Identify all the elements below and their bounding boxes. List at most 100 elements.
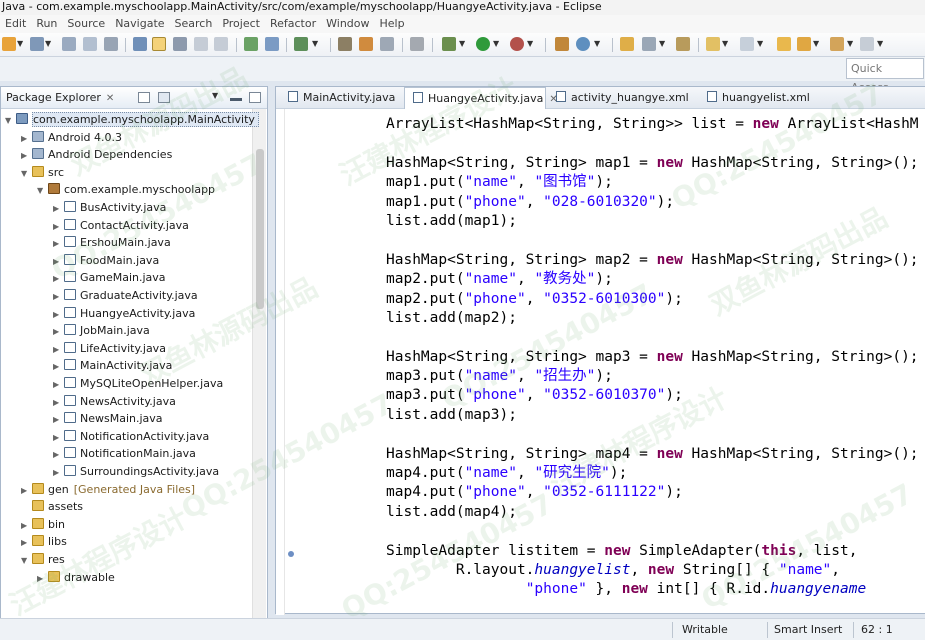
tree-item[interactable]: ▶ gen [Generated Java Files] xyxy=(21,481,195,498)
new-package-icon[interactable] xyxy=(576,37,590,51)
chevron-down-icon[interactable]: ▼ xyxy=(877,39,883,48)
tree-item[interactable]: ▶ bin xyxy=(21,516,65,533)
tree-item[interactable]: ▼ res xyxy=(21,551,65,568)
collapsed-arrow-icon[interactable]: ▶ xyxy=(53,464,64,481)
tree-item[interactable]: ▶ Android 4.0.3 xyxy=(21,129,122,146)
download-icon[interactable] xyxy=(244,37,258,51)
open-icon[interactable] xyxy=(30,37,44,51)
tree-item[interactable]: ▶ NotificationMain.java xyxy=(53,445,196,462)
chevron-down-icon[interactable]: ▼ xyxy=(659,39,665,48)
java-icon[interactable] xyxy=(359,37,373,51)
collapsed-arrow-icon[interactable]: ▶ xyxy=(53,376,64,393)
tree-item[interactable]: ▶ MySQLiteOpenHelper.java xyxy=(53,375,223,392)
tree-item[interactable]: ▼ src xyxy=(21,164,64,181)
tree-item[interactable]: ▶ MainActivity.java xyxy=(53,357,172,374)
chevron-down-icon[interactable]: ▼ xyxy=(459,39,465,48)
collapsed-arrow-icon[interactable]: ▶ xyxy=(21,517,32,534)
format-icon[interactable] xyxy=(194,37,208,51)
editor-tab[interactable]: huangyelist.xml xyxy=(699,87,817,109)
collapsed-arrow-icon[interactable]: ▶ xyxy=(53,394,64,411)
expanded-arrow-icon[interactable]: ▼ xyxy=(21,552,32,569)
search-files-icon[interactable] xyxy=(338,37,352,51)
task-icon[interactable] xyxy=(676,37,690,51)
collapsed-arrow-icon[interactable]: ▶ xyxy=(53,446,64,463)
collapsed-arrow-icon[interactable]: ▶ xyxy=(53,341,64,358)
check-icon[interactable] xyxy=(294,37,308,51)
toggle-icon[interactable] xyxy=(173,37,187,51)
tree-item[interactable]: ▶ LifeActivity.java xyxy=(53,340,166,357)
editor-tab[interactable]: HuangyeActivity.java ✕ xyxy=(404,87,558,109)
tree-item[interactable]: ▶ FoodMain.java xyxy=(53,252,159,269)
save-icon[interactable] xyxy=(62,37,76,51)
chevron-down-icon[interactable]: ▼ xyxy=(17,39,23,48)
collapsed-arrow-icon[interactable]: ▶ xyxy=(53,218,64,235)
chevron-down-icon[interactable]: ▼ xyxy=(493,39,499,48)
arrow-left-icon[interactable] xyxy=(830,37,844,51)
next-annotation-icon[interactable] xyxy=(740,37,754,51)
vertical-scrollbar[interactable] xyxy=(252,109,266,633)
view-menu-icon[interactable]: ▼ xyxy=(212,91,218,100)
tree-item[interactable]: ▶ BusActivity.java xyxy=(53,199,166,216)
tree-item[interactable]: ▶ ErshouMain.java xyxy=(53,234,171,251)
collapsed-arrow-icon[interactable]: ▶ xyxy=(21,534,32,551)
chevron-down-icon[interactable]: ▼ xyxy=(847,39,853,48)
menu-search[interactable]: Search xyxy=(170,15,218,33)
tree-item[interactable]: ▶ HuangyeActivity.java xyxy=(53,305,195,322)
collapsed-arrow-icon[interactable]: ▶ xyxy=(21,130,32,147)
annotation-icon[interactable] xyxy=(706,37,720,51)
tree-item[interactable]: ▶ SurroundingsActivity.java xyxy=(53,463,219,480)
save-all-icon[interactable] xyxy=(83,37,97,51)
open-folder-icon[interactable] xyxy=(620,37,634,51)
menu-edit[interactable]: Edit xyxy=(0,15,31,33)
expanded-arrow-icon[interactable]: ▼ xyxy=(37,182,48,199)
collapsed-arrow-icon[interactable]: ▶ xyxy=(53,288,64,305)
close-icon[interactable]: ✕ xyxy=(106,93,114,104)
chevron-down-icon[interactable]: ▼ xyxy=(813,39,819,48)
last-edit-icon[interactable] xyxy=(777,37,791,51)
collapsed-arrow-icon[interactable]: ▶ xyxy=(53,235,64,252)
collapsed-arrow-icon[interactable]: ▶ xyxy=(53,270,64,287)
print-icon[interactable] xyxy=(104,37,118,51)
collapse-all-icon[interactable] xyxy=(138,92,150,103)
menu-help[interactable]: Help xyxy=(375,15,410,33)
highlight-icon[interactable] xyxy=(152,37,166,51)
minimize-icon[interactable] xyxy=(230,98,242,101)
open-type-icon[interactable] xyxy=(642,37,656,51)
menu-navigate[interactable]: Navigate xyxy=(110,15,169,33)
tree-item[interactable]: ▶ JobMain.java xyxy=(53,322,150,339)
upload-icon[interactable] xyxy=(265,37,279,51)
tree-item[interactable]: ▼ com.example.myschoolapp.MainActivity xyxy=(5,111,259,128)
override-marker-icon[interactable] xyxy=(288,551,294,557)
tree-item[interactable]: assets xyxy=(21,498,83,515)
tree-item[interactable]: ▶ NotificationActivity.java xyxy=(53,428,209,445)
expanded-arrow-icon[interactable]: ▼ xyxy=(5,112,16,129)
menu-window[interactable]: Window xyxy=(321,15,374,33)
link-with-editor-icon[interactable] xyxy=(158,92,170,103)
tree-item[interactable]: ▶ NewsActivity.java xyxy=(53,393,176,410)
arrow-right-icon[interactable] xyxy=(860,37,874,51)
wand-icon[interactable] xyxy=(380,37,394,51)
tree-item[interactable]: ▶ GameMain.java xyxy=(53,269,166,286)
tree-item[interactable]: ▶ NewsMain.java xyxy=(53,410,163,427)
collapsed-arrow-icon[interactable]: ▶ xyxy=(53,323,64,340)
chevron-down-icon[interactable]: ▼ xyxy=(312,39,318,48)
tree-item[interactable]: ▶ GraduateActivity.java xyxy=(53,287,198,304)
chevron-down-icon[interactable]: ▼ xyxy=(722,39,728,48)
collapsed-arrow-icon[interactable]: ▶ xyxy=(53,429,64,446)
collapsed-arrow-icon[interactable]: ▶ xyxy=(53,411,64,428)
menu-refactor[interactable]: Refactor xyxy=(265,15,321,33)
package-explorer-tab[interactable]: Package Explorer ✕ xyxy=(6,91,114,104)
code-area[interactable]: ArrayList<HashMap<String, String>> list … xyxy=(386,115,919,600)
quick-access-input[interactable]: Quick Access xyxy=(846,58,924,94)
expanded-arrow-icon[interactable]: ▼ xyxy=(21,165,32,182)
skip-breakpoints-icon[interactable] xyxy=(410,37,424,51)
link-icon[interactable] xyxy=(133,37,147,51)
new-class-icon[interactable] xyxy=(555,37,569,51)
collapsed-arrow-icon[interactable]: ▶ xyxy=(53,306,64,323)
chevron-down-icon[interactable]: ▼ xyxy=(757,39,763,48)
menu-run[interactable]: Run xyxy=(31,15,62,33)
debug-icon[interactable] xyxy=(442,37,456,51)
paragraph-icon[interactable] xyxy=(214,37,228,51)
scrollbar-thumb[interactable] xyxy=(256,149,264,309)
menu-project[interactable]: Project xyxy=(217,15,265,33)
